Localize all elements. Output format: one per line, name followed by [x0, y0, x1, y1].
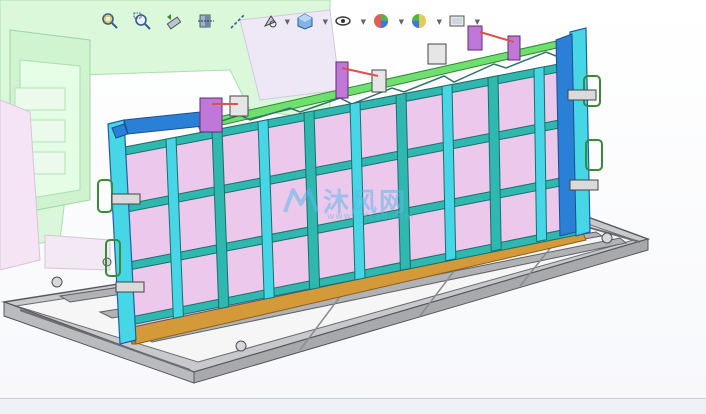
watermark: 沐风网 www.mfcad.com: [283, 182, 413, 222]
view-settings-icon: [449, 15, 465, 27]
status-bar: [0, 398, 706, 414]
view-orientation-button[interactable]: ▼: [256, 7, 290, 35]
section-view-button[interactable]: [192, 7, 220, 35]
previous-view-icon: [166, 14, 182, 30]
display-style-button[interactable]: ▼: [288, 7, 328, 35]
section-view-icon: [198, 14, 214, 28]
watermark-logo-icon: [283, 187, 319, 213]
apply-scene-button[interactable]: ▼: [402, 7, 442, 35]
edit-appearance-button[interactable]: ▼: [364, 7, 404, 35]
zoom-to-fit-icon: [102, 13, 118, 29]
edit-appearance-icon: [374, 14, 388, 28]
view-orientation-icon: [263, 15, 277, 28]
heads-up-view-toolbar: ▼ ▼ ▼ ▼ ▼ ▼: [96, 6, 480, 36]
zoom-to-area-button[interactable]: [128, 7, 156, 35]
view-settings-button[interactable]: ▼: [440, 7, 480, 35]
vertical-rib[interactable]: [533, 66, 548, 243]
apply-scene-icon: [412, 14, 426, 28]
zoom-to-fit-button[interactable]: [96, 7, 124, 35]
hide-show-items-icon: [335, 16, 351, 26]
zoom-to-area-icon: [133, 12, 151, 30]
previous-view-button[interactable]: [160, 7, 188, 35]
dynamic-annotation-icon: [230, 13, 246, 29]
hide-show-items-button[interactable]: ▼: [326, 7, 366, 35]
dynamic-annotation-button[interactable]: [224, 7, 252, 35]
watermark-url: www.mfcad.com: [327, 212, 415, 222]
display-style-icon: [297, 13, 313, 30]
chevron-down-icon[interactable]: ▼: [475, 18, 480, 26]
graphics-viewport[interactable]: ▼ ▼ ▼ ▼ ▼ ▼ 沐风网 www.mfcad.com: [0, 0, 706, 413]
